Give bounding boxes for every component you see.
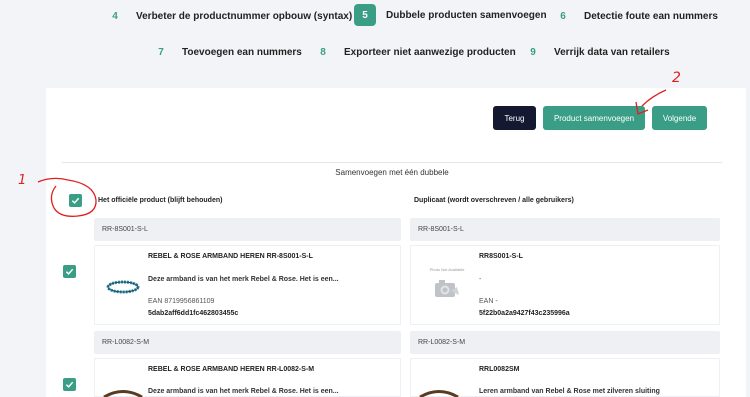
product-description: Deze armband is van het merk Rebel & Ros… bbox=[148, 276, 339, 283]
photo-placeholder: Photo Not Available bbox=[423, 267, 471, 307]
official-sku-bar: RR-8S001-S-L bbox=[94, 218, 401, 241]
annotation-label-2: 2 bbox=[672, 70, 681, 86]
product-id: 5f22b0a2a9427f43c235996a bbox=[479, 310, 570, 317]
checkmark-icon bbox=[65, 381, 74, 388]
duplicate-product-header: Duplicaat (wordt overschreven / alle geb… bbox=[414, 197, 574, 204]
row-checkbox[interactable] bbox=[63, 378, 76, 391]
step-number: 9 bbox=[530, 46, 536, 58]
step-8[interactable]: 8 Exporteer niet aanwezige producten bbox=[312, 41, 516, 63]
product-title: REBEL & ROSE ARMBAND HEREN RR-8S001-S-L bbox=[148, 253, 313, 260]
product-ean: EAN 8719956861109 bbox=[148, 298, 215, 305]
step-label: Exporteer niet aanwezige producten bbox=[344, 46, 516, 58]
step-label: Detectie foute ean nummers bbox=[584, 10, 718, 22]
step-5[interactable]: 5 Dubbele producten samenvoegen bbox=[354, 4, 547, 26]
leather-bracelet-image bbox=[419, 390, 459, 397]
step-label: Verrijk data van retailers bbox=[554, 46, 670, 58]
duplicate-sku-bar: RR-L0082-S-M bbox=[410, 331, 720, 354]
step-label: Verbeter de productnummer opbouw (syntax… bbox=[136, 10, 353, 22]
checkmark-icon bbox=[65, 268, 74, 275]
step-number: 7 bbox=[158, 46, 164, 58]
product-description: - bbox=[479, 276, 482, 283]
merge-product-button[interactable]: Product samenvoegen bbox=[543, 106, 645, 130]
select-all-checkbox[interactable] bbox=[69, 194, 82, 207]
product-title: RRL0082SM bbox=[479, 366, 520, 373]
step-6[interactable]: 6 Detectie foute ean nummers bbox=[552, 5, 718, 27]
product-id: 5dab2aff6dd1fc462803455c bbox=[148, 310, 239, 317]
product-description: Deze armband is van het merk Rebel & Ros… bbox=[148, 388, 339, 395]
merge-section-title: Samenvoegen met één dubbele bbox=[335, 168, 449, 177]
product-description: Leren armband van Rebel & Rose met zilve… bbox=[479, 388, 660, 395]
camera-icon bbox=[435, 280, 459, 297]
photo-placeholder-text: Photo Not Available bbox=[429, 267, 465, 272]
official-sku-bar: RR-L0082-S-M bbox=[94, 331, 401, 354]
annotation-label-1: 1 bbox=[18, 173, 26, 188]
step-number: 4 bbox=[112, 10, 118, 22]
step-7[interactable]: 7 Toevoegen ean nummers bbox=[150, 41, 302, 63]
leather-bracelet-image bbox=[103, 390, 143, 397]
step-number: 6 bbox=[560, 10, 566, 22]
row-checkbox[interactable] bbox=[63, 265, 76, 278]
step-number-active: 5 bbox=[354, 4, 376, 26]
step-9[interactable]: 9 Verrijk data van retailers bbox=[522, 41, 670, 63]
step-label: Dubbele producten samenvoegen bbox=[386, 9, 547, 21]
bracelet-image bbox=[106, 280, 140, 294]
step-4[interactable]: 4 Verbeter de productnummer opbouw (synt… bbox=[104, 5, 352, 27]
next-button[interactable]: Volgende bbox=[652, 106, 707, 130]
step-number: 8 bbox=[320, 46, 326, 58]
checkmark-icon bbox=[71, 197, 80, 204]
back-button[interactable]: Terug bbox=[493, 106, 536, 130]
product-title: REBEL & ROSE ARMBAND HEREN RR-L0082-S-M bbox=[148, 366, 315, 373]
step-label: Toevoegen ean nummers bbox=[182, 46, 302, 58]
product-title: RR8S001-S-L bbox=[479, 253, 523, 260]
duplicate-sku-bar: RR-8S001-S-L bbox=[410, 218, 720, 241]
product-ean: EAN - bbox=[479, 298, 498, 305]
official-product-header: Het officiële product (blijft behouden) bbox=[98, 197, 223, 204]
